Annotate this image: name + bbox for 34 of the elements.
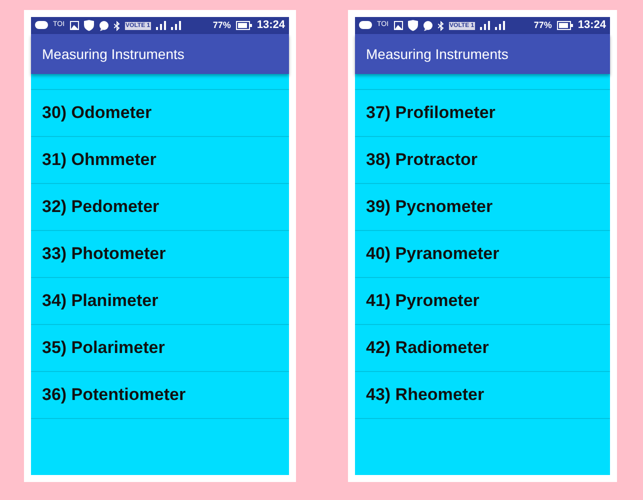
list-item[interactable]: 41) Pyrometer <box>355 278 610 325</box>
app-title: Measuring Instruments <box>366 44 508 64</box>
list-item[interactable]: 32) Pedometer <box>31 184 289 231</box>
list-item[interactable]: 33) Photometer <box>31 231 289 278</box>
battery-icon <box>556 21 573 30</box>
signal-icon <box>171 21 182 30</box>
bluetooth-icon <box>438 20 444 30</box>
signal-icon <box>495 21 506 30</box>
list-item[interactable]: 40) Pyranometer <box>355 231 610 278</box>
list-item[interactable]: 43) Rheometer <box>355 372 610 419</box>
image-icon <box>394 21 403 30</box>
chat-icon <box>98 20 109 30</box>
list-item[interactable]: 42) Radiometer <box>355 325 610 372</box>
clock: 13:24 <box>256 18 285 34</box>
chat-icon <box>422 20 433 30</box>
battery-icon <box>236 21 252 30</box>
list-item[interactable]: 36) Potentiometer <box>31 372 289 419</box>
list-item[interactable]: 31) Ohmmeter <box>31 137 289 184</box>
list-item[interactable]: 37) Profilometer <box>355 90 610 137</box>
shield-icon <box>84 20 94 31</box>
image-icon <box>70 21 79 30</box>
shield-icon <box>408 20 418 31</box>
signal-icon <box>156 21 166 30</box>
battery-label: 77% <box>212 18 231 32</box>
clock: 13:24 <box>578 18 606 34</box>
list-item[interactable]: 35) Polarimeter <box>31 325 289 372</box>
list-item[interactable]: 39) Pycnometer <box>355 184 610 231</box>
list-item[interactable]: 30) Odometer <box>31 90 289 137</box>
battery-label: 77% <box>534 18 552 32</box>
app-title: Measuring Instruments <box>42 44 184 64</box>
list-item[interactable]: 34) Planimeter <box>31 278 289 325</box>
bluetooth-icon <box>114 20 120 30</box>
list-item[interactable]: 38) Protractor <box>355 137 610 184</box>
signal-icon <box>480 21 490 30</box>
